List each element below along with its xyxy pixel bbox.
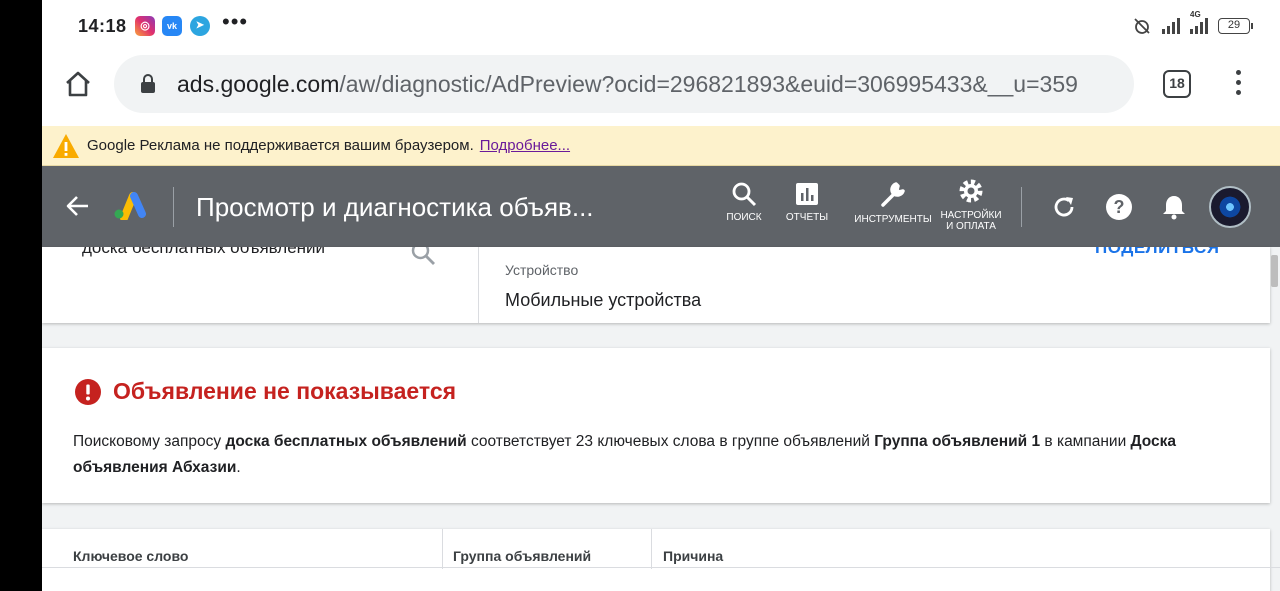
tools-tool-button[interactable]: ИНСТРУМЕНТЫ xyxy=(850,181,936,225)
search-icon[interactable] xyxy=(410,247,436,266)
battery-icon: 29 xyxy=(1218,18,1253,34)
header-divider xyxy=(173,187,174,227)
warning-icon xyxy=(53,134,79,158)
desc-query: доска бесплатных объявлений xyxy=(225,433,467,450)
card-divider xyxy=(478,247,479,323)
ad-status-description: Поисковому запросу доска бесплатных объя… xyxy=(73,429,1253,481)
desc-text: в кампании xyxy=(1040,433,1131,450)
desc-ad-group: Группа объявлений 1 xyxy=(874,433,1041,450)
column-header-ad-group[interactable]: Группа объявлений xyxy=(453,548,591,564)
instagram-icon: ◎ xyxy=(135,16,155,36)
desc-text: Поисковому запросу xyxy=(73,433,226,450)
column-divider xyxy=(651,529,652,569)
settings-billing-button[interactable]: НАСТРОЙКИ И ОПЛАТА xyxy=(936,177,1006,232)
browser-menu-button[interactable] xyxy=(1226,70,1250,100)
browser-toolbar: ads.google.com/aw/diagnostic/AdPreview?o… xyxy=(42,52,1280,126)
column-header-reason[interactable]: Причина xyxy=(663,548,723,564)
lock-icon xyxy=(141,74,155,93)
search-query-input[interactable]: доска бесплатных объявлений xyxy=(82,247,325,258)
alarm-off-icon xyxy=(1134,18,1150,34)
network-type: 4G xyxy=(1190,10,1201,19)
device-label: Устройство xyxy=(505,262,579,278)
help-icon: ? xyxy=(1106,194,1132,220)
help-button[interactable]: ? xyxy=(1105,193,1133,221)
scrollbar[interactable] xyxy=(1271,255,1278,287)
header-divider-right xyxy=(1021,187,1022,227)
banner-message: Google Реклама не поддерживается вашим б… xyxy=(87,137,570,154)
signal-icon xyxy=(1162,18,1180,34)
desc-text: . xyxy=(236,459,241,476)
arrow-back-icon xyxy=(66,196,88,216)
column-divider xyxy=(442,529,443,569)
url-path: /aw/diagnostic/AdPreview?ocid=296821893&… xyxy=(339,71,1078,97)
status-indicators: 4G 29 xyxy=(1132,10,1253,36)
reports-tool-button[interactable]: ОТЧЕТЫ xyxy=(783,181,831,223)
url-domain: ads.google.com xyxy=(177,71,340,97)
page-title: Просмотр и диагностика объяв... xyxy=(196,192,594,222)
share-button[interactable]: ПОДЕЛИТЬСЯ xyxy=(1095,247,1220,258)
table-header-separator xyxy=(42,567,1280,568)
column-header-keyword[interactable]: Ключевое слово xyxy=(73,548,188,564)
gear-icon xyxy=(959,179,983,203)
search-tool-label: ПОИСК xyxy=(726,212,762,223)
svg-text:?: ? xyxy=(1114,197,1125,217)
telegram-icon: ➤ xyxy=(190,16,210,36)
ad-status-title: Объявление не показывается xyxy=(113,378,457,404)
home-button[interactable] xyxy=(62,68,94,100)
device-selector[interactable]: Мобильные устройства xyxy=(505,290,701,311)
account-avatar[interactable] xyxy=(1209,186,1251,228)
status-clock: 14:18 xyxy=(78,16,127,36)
bell-icon xyxy=(1163,196,1185,220)
address-bar[interactable]: ads.google.com/aw/diagnostic/AdPreview?o… xyxy=(114,55,1134,113)
google-ads-logo xyxy=(114,192,146,220)
ad-status-card: Объявление не показывается Поисковому за… xyxy=(42,348,1270,503)
desc-text: соответствует 23 ключевых слова в группе… xyxy=(466,433,875,450)
learn-more-link[interactable]: Подробнее... xyxy=(480,137,570,154)
url-text: ads.google.com/aw/diagnostic/AdPreview?o… xyxy=(177,71,1078,98)
settings-label-line1: НАСТРОЙКИ xyxy=(940,210,1002,221)
preview-settings-card: доска бесплатных объявлений Устройство М… xyxy=(42,247,1270,323)
error-icon xyxy=(75,379,101,405)
refresh-button[interactable] xyxy=(1050,193,1078,221)
screen: 14:18 ◎ vk ➤ ••• 4G 29 ads.google.com/aw… xyxy=(42,0,1280,591)
settings-label-line2: И ОПЛАТА xyxy=(946,221,996,232)
signal-4g-icon: 4G xyxy=(1190,10,1208,34)
notifications-button[interactable] xyxy=(1160,193,1188,221)
vk-icon: vk xyxy=(162,16,182,36)
tab-switcher-button[interactable]: 18 xyxy=(1163,70,1191,98)
home-icon xyxy=(66,71,90,97)
back-button[interactable] xyxy=(64,192,92,220)
unsupported-browser-banner: Google Реклама не поддерживается вашим б… xyxy=(42,126,1280,166)
reports-tool-label: ОТЧЕТЫ xyxy=(785,212,829,223)
refresh-icon xyxy=(1054,197,1074,217)
wrench-icon xyxy=(881,182,905,207)
search-tool-button[interactable]: ПОИСК xyxy=(722,181,766,223)
search-icon xyxy=(732,182,757,207)
status-bar: 14:18 ◎ vk ➤ ••• 4G 29 xyxy=(42,0,1280,52)
battery-level: 29 xyxy=(1227,19,1241,31)
ads-header: Просмотр и диагностика объяв... ПОИСК ОТ… xyxy=(42,166,1280,247)
banner-text: Google Реклама не поддерживается вашим б… xyxy=(87,137,474,154)
tools-tool-label: ИНСТРУМЕНТЫ xyxy=(854,214,932,225)
keywords-table: Ключевое слово Группа объявлений Причина xyxy=(42,529,1270,591)
more-notifications-icon: ••• xyxy=(222,9,249,34)
reports-icon xyxy=(796,183,818,205)
